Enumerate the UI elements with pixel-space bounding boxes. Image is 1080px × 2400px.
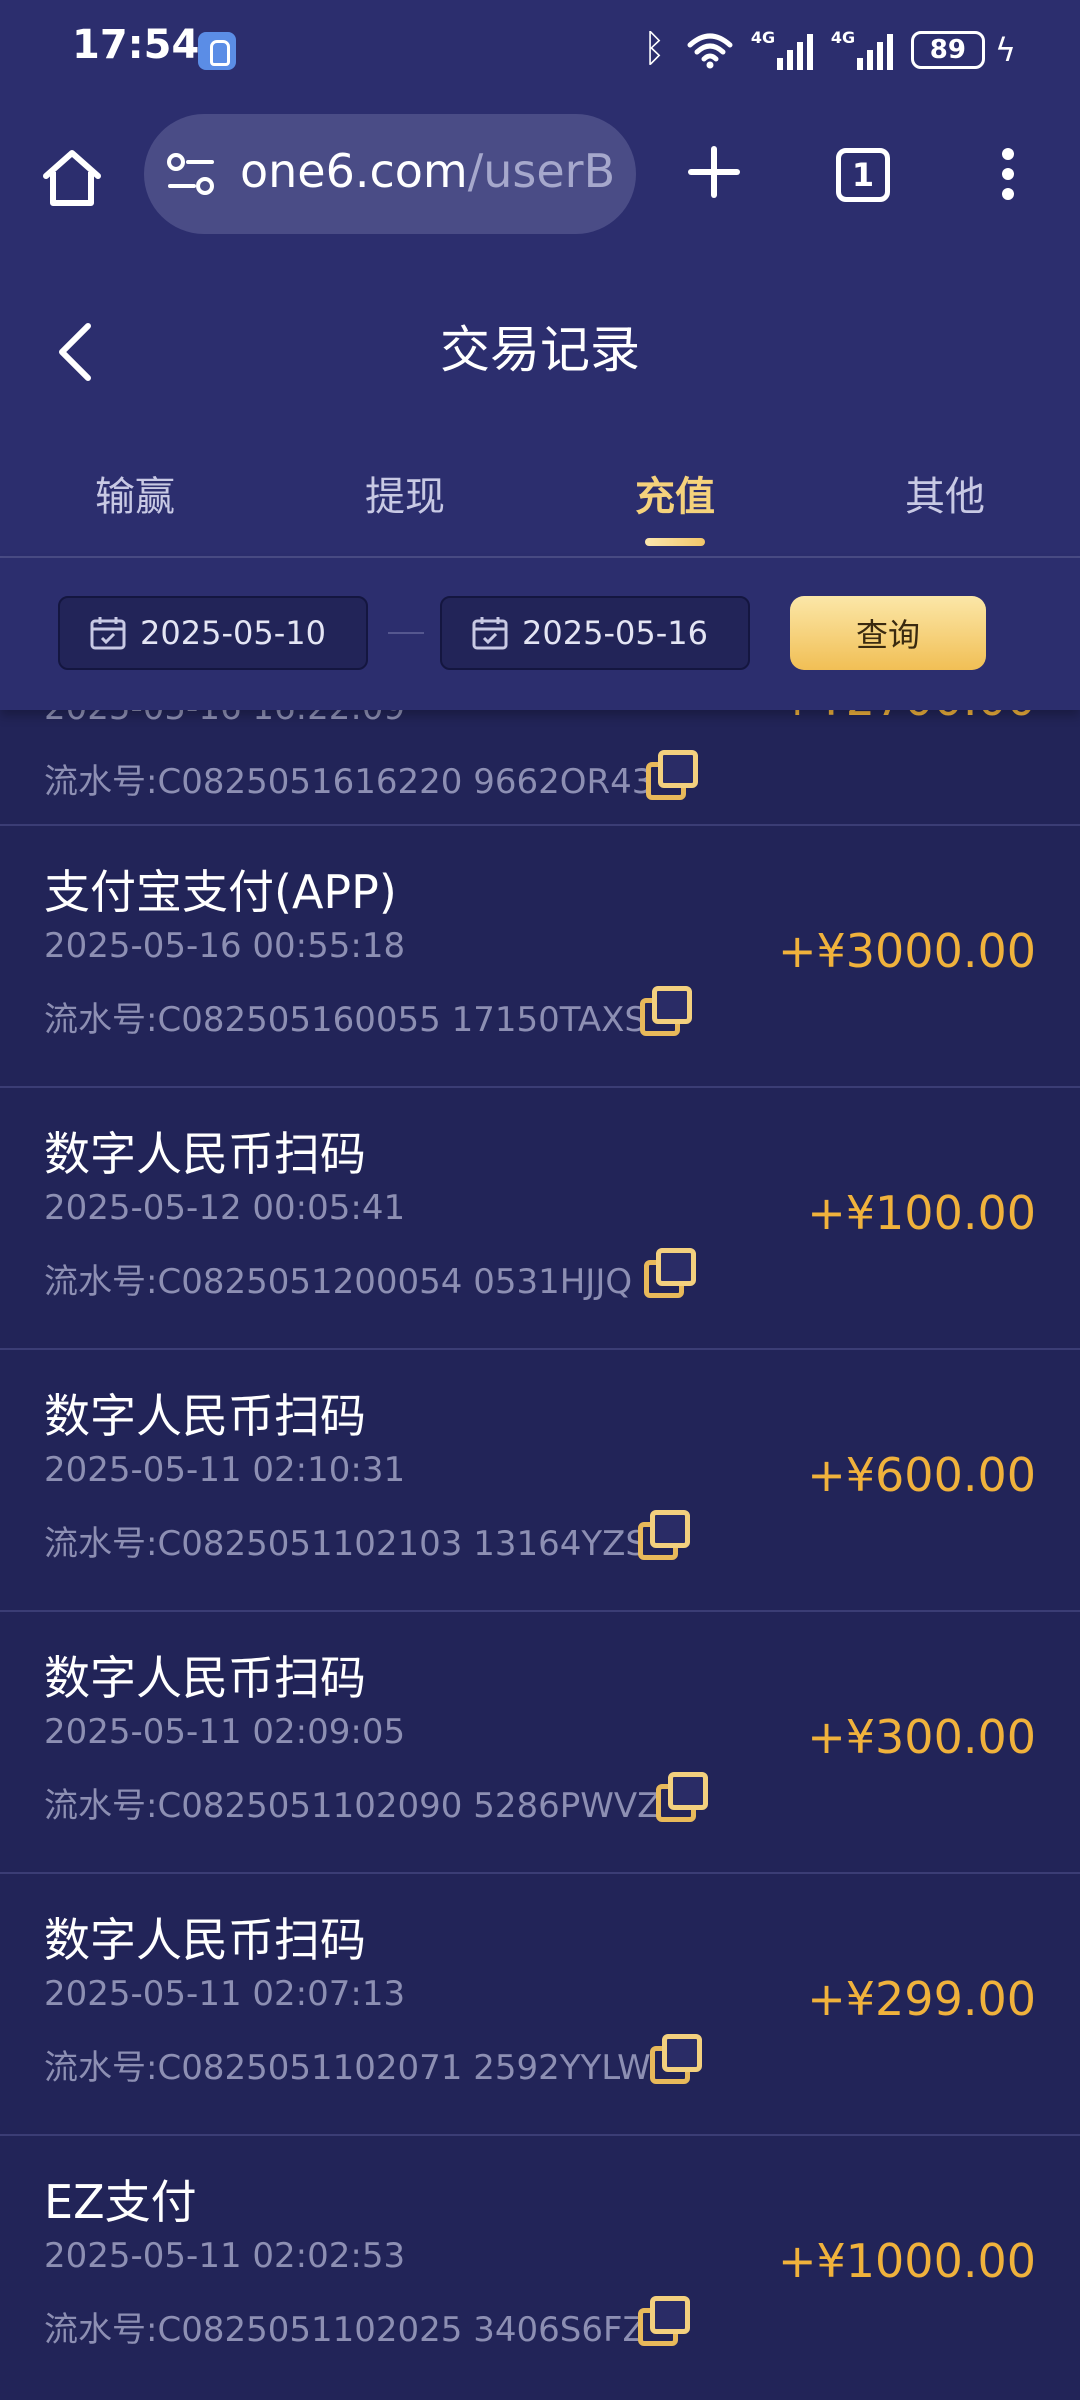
tab-label: 输赢 bbox=[95, 474, 175, 520]
copy-icon[interactable] bbox=[640, 1244, 700, 1302]
transaction-time: 2025-05-16 00:55:18 bbox=[44, 926, 406, 966]
transaction-title: 数字人民币扫码 bbox=[44, 1127, 366, 1181]
transaction-time: 2025-05-11 02:09:05 bbox=[44, 1712, 406, 1752]
signal-icon-2: 4G bbox=[830, 28, 893, 70]
transaction-amount: +¥300.00 bbox=[807, 1710, 1036, 1764]
transaction-title: EZ支付 bbox=[44, 2175, 197, 2229]
transaction-serial: 流水号:C0825051102103 13164YZS bbox=[44, 1524, 648, 1564]
transaction-amount: +¥299.00 bbox=[807, 1972, 1036, 2026]
network-type-label: 4G bbox=[750, 28, 776, 47]
tab-bar: 输赢 提现 充值 其他 bbox=[0, 456, 1080, 556]
calendar-icon bbox=[472, 617, 508, 650]
tab-label: 提现 bbox=[365, 474, 445, 520]
active-tab-indicator bbox=[645, 538, 705, 546]
transaction-serial: 流水号:C0825051616220 9662OR43 bbox=[44, 762, 654, 802]
tab-win-loss[interactable]: 输赢 bbox=[0, 456, 270, 556]
end-date-picker[interactable]: 2025-05-16 bbox=[440, 596, 750, 670]
page-title: 交易记录 bbox=[440, 321, 640, 379]
url-host: one6.com bbox=[240, 144, 468, 198]
battery-icon: 89 bbox=[910, 31, 985, 69]
copy-icon[interactable] bbox=[652, 1768, 712, 1826]
start-date-picker[interactable]: 2025-05-10 bbox=[58, 596, 368, 670]
transaction-serial: 流水号:C082505160055 17150TAXS bbox=[44, 1000, 647, 1040]
transaction-time: 2025-05-11 02:02:53 bbox=[44, 2236, 406, 2276]
transaction-title: 数字人民币扫码 bbox=[44, 1389, 366, 1443]
tab-label: 充值 bbox=[635, 474, 715, 520]
transaction-row-partial[interactable]: 2025-05-16 16:22:09 +¥2700.00 流水号:C08250… bbox=[0, 710, 1080, 826]
start-date-value: 2025-05-10 bbox=[140, 614, 326, 652]
transaction-amount: +¥1000.00 bbox=[777, 2234, 1036, 2288]
transaction-serial: 流水号:C0825051102090 5286PWVZ bbox=[44, 1786, 661, 1826]
copy-icon[interactable] bbox=[642, 746, 702, 804]
tab-deposit[interactable]: 充值 bbox=[540, 456, 810, 556]
tab-switcher-button[interactable]: 1 bbox=[836, 148, 890, 202]
page-header: 交易记录 输赢 提现 充值 其他 bbox=[0, 260, 1080, 556]
date-range-separator bbox=[388, 632, 424, 634]
date-filter-bar: 2025-05-10 2025-05-16 查询 bbox=[0, 558, 1080, 710]
charging-icon: ϟ bbox=[994, 31, 1016, 69]
copy-icon[interactable] bbox=[634, 2292, 694, 2350]
wifi-icon bbox=[687, 33, 733, 69]
transaction-row[interactable]: 数字人民币扫码 2025-05-11 02:10:31 流水号:C0825051… bbox=[0, 1350, 1080, 1612]
transaction-row[interactable]: EZ支付 2025-05-11 02:02:53 流水号:C0825051102… bbox=[0, 2136, 1080, 2400]
url-text[interactable]: one6.com/userB bbox=[240, 144, 620, 198]
home-icon[interactable] bbox=[40, 146, 104, 210]
site-settings-icon[interactable] bbox=[166, 152, 216, 196]
query-button[interactable]: 查询 bbox=[790, 596, 986, 670]
calendar-icon bbox=[90, 617, 126, 650]
transaction-title: 数字人民币扫码 bbox=[44, 1913, 366, 1967]
signal-icon-1: 4G bbox=[750, 28, 813, 70]
transaction-amount: +¥2700.00 bbox=[778, 710, 1036, 726]
new-tab-button[interactable] bbox=[688, 146, 740, 198]
status-icons: 4G 4G 89 ϟ bbox=[643, 24, 1016, 76]
transaction-amount: +¥600.00 bbox=[807, 1448, 1036, 1502]
transaction-serial: 流水号:C0825051102071 2592YYLW bbox=[44, 2048, 651, 2088]
transaction-serial: 流水号:C0825051102025 3406S6FZ bbox=[44, 2310, 646, 2350]
end-date-value: 2025-05-16 bbox=[522, 614, 708, 652]
transaction-row[interactable]: 数字人民币扫码 2025-05-11 02:09:05 流水号:C0825051… bbox=[0, 1612, 1080, 1874]
address-bar[interactable]: one6.com/userB bbox=[144, 114, 636, 234]
tab-label: 其他 bbox=[905, 474, 985, 520]
transaction-serial: 流水号:C0825051200054 0531HJJQ bbox=[44, 1262, 633, 1302]
browser-toolbar: one6.com/userB 1 bbox=[0, 104, 1080, 260]
transaction-row[interactable]: 数字人民币扫码 2025-05-12 00:05:41 流水号:C0825051… bbox=[0, 1088, 1080, 1350]
copy-icon[interactable] bbox=[634, 1506, 694, 1564]
transaction-title: 数字人民币扫码 bbox=[44, 1651, 366, 1705]
more-menu-button[interactable] bbox=[1000, 148, 1016, 204]
transaction-list[interactable]: 2025-05-16 16:22:09 +¥2700.00 流水号:C08250… bbox=[0, 710, 1080, 2400]
transaction-time: 2025-05-12 00:05:41 bbox=[44, 1188, 406, 1228]
network-type-label-2: 4G bbox=[830, 28, 856, 47]
transaction-amount: +¥3000.00 bbox=[777, 924, 1036, 978]
status-bar: 17:54 4G 4G 89 ϟ bbox=[0, 0, 1080, 104]
copy-icon[interactable] bbox=[646, 2030, 706, 2088]
url-path: /userB bbox=[467, 144, 616, 198]
copy-icon[interactable] bbox=[636, 982, 696, 1040]
app-notification-icon bbox=[198, 32, 236, 70]
transaction-amount: +¥100.00 bbox=[807, 1186, 1036, 1240]
transaction-time: 2025-05-11 02:10:31 bbox=[44, 1450, 406, 1490]
tab-withdraw[interactable]: 提现 bbox=[270, 456, 540, 556]
tab-other[interactable]: 其他 bbox=[810, 456, 1080, 556]
status-time: 17:54 bbox=[72, 22, 200, 68]
bluetooth-icon bbox=[643, 26, 669, 70]
transaction-time: 2025-05-16 16:22:09 bbox=[44, 710, 405, 728]
transaction-row[interactable]: 支付宝支付(APP) 2025-05-16 00:55:18 流水号:C0825… bbox=[0, 826, 1080, 1088]
transaction-title: 支付宝支付(APP) bbox=[44, 865, 397, 919]
transaction-time: 2025-05-11 02:07:13 bbox=[44, 1974, 406, 2014]
transaction-row[interactable]: 数字人民币扫码 2025-05-11 02:07:13 流水号:C0825051… bbox=[0, 1874, 1080, 2136]
